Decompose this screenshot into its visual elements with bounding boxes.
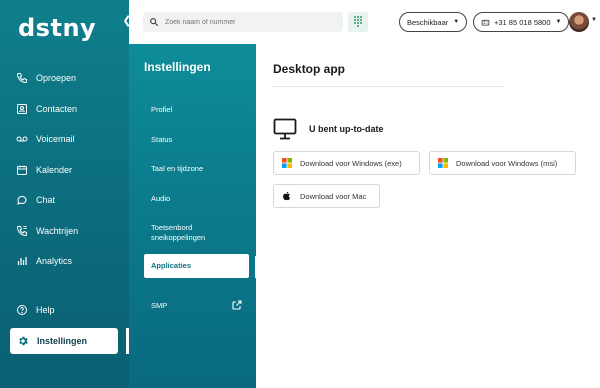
monitor-icon [273,118,297,140]
apple-icon [283,191,290,201]
button-label: Download voor Mac [300,191,367,201]
download-windows-msi-button[interactable]: Download voor Windows (msi) [429,151,576,175]
settings-item-audio[interactable]: Audio [151,194,170,204]
nav-item-wachtrijen[interactable]: Wachtrijen [16,221,78,241]
settings-title: Instellingen [144,60,211,74]
settings-item-smp[interactable]: SMP [151,301,167,311]
phone-number-label: +31 85 018 5800 [494,17,551,27]
gear-icon [19,336,28,346]
settings-item-applicaties[interactable]: Applicaties [144,254,249,278]
dialpad-button[interactable] [348,12,368,32]
update-status: U bent up-to-date [273,118,384,140]
chat-icon [17,195,27,205]
main-nav: dstny ❮ Oproepen Contacten Voicemail Kal… [0,0,132,388]
page-title: Desktop app [273,62,346,76]
nav-item-instellingen[interactable]: Instellingen [10,328,118,354]
button-label: Download voor Windows (exe) [300,158,402,168]
availability-dropdown[interactable]: Beschikbaar ▼ [399,12,468,32]
search-input[interactable] [165,18,335,26]
windows-icon [282,158,292,168]
desk-phone-icon [481,19,490,25]
nav-label: Contacten [36,104,78,114]
chevron-down-icon: ▼ [453,19,460,25]
windows-icon [438,158,448,168]
search-icon [150,18,159,27]
nav-label: Help [36,305,55,315]
phone-icon [16,73,27,84]
phone-line-dropdown[interactable]: +31 85 018 5800 ▼ [473,12,570,32]
chevron-down-icon: ▼ [555,19,562,25]
nav-item-analytics[interactable]: Analytics [16,251,72,271]
app-logo: dstny [18,14,97,42]
dialpad-icon [354,16,362,27]
settings-item-taal[interactable]: Taal en tijdzone [151,164,203,174]
nav-item-chat[interactable]: Chat [16,190,55,210]
divider [273,86,503,87]
download-windows-exe-button[interactable]: Download voor Windows (exe) [273,151,420,175]
button-label: Download voor Windows (msi) [456,158,558,168]
chevron-down-icon[interactable]: ▼ [591,17,597,23]
queue-icon [16,226,27,237]
nav-label: Instellingen [37,336,88,346]
settings-item-label-line1: Toetsenbord [151,223,193,232]
analytics-icon [17,257,27,265]
nav-item-voicemail[interactable]: Voicemail [16,129,75,149]
nav-label: Wachtrijen [36,226,79,236]
download-mac-button[interactable]: Download voor Mac [273,184,380,208]
update-status-text: U bent up-to-date [309,124,384,134]
settings-item-label-line2: sneikoppelingen [151,233,206,242]
main-content: Desktop app U bent up-to-date Download v… [256,44,600,388]
settings-item-profiel[interactable]: Profiel [151,105,172,115]
nav-item-kalender[interactable]: Kalender [16,160,72,180]
nav-label: Voicemail [36,134,75,144]
nav-item-help[interactable]: Help [16,300,55,320]
nav-item-contacten[interactable]: Contacten [16,99,77,119]
voicemail-icon [16,136,28,142]
nav-item-oproepen[interactable]: Oproepen [16,68,76,88]
contacts-icon [17,104,27,114]
nav-label: Kalender [36,165,73,175]
settings-item-toetsenbord[interactable]: Toetsenbord sneikoppelingen [151,223,205,243]
calendar-icon [17,165,27,175]
search-box[interactable] [143,12,343,32]
nav-label: Analytics [36,256,73,266]
settings-menu: Instellingen Profiel Status Taal en tijd… [129,44,258,388]
external-link-icon[interactable] [231,299,243,311]
nav-label: Oproepen [36,73,77,83]
availability-label: Beschikbaar [407,17,449,27]
top-bar: Beschikbaar ▼ +31 85 018 5800 ▼ ▼ [129,0,600,44]
avatar[interactable] [569,12,589,32]
nav-label: Chat [36,195,56,205]
settings-item-status[interactable]: Status [151,135,172,145]
help-icon [17,305,27,315]
